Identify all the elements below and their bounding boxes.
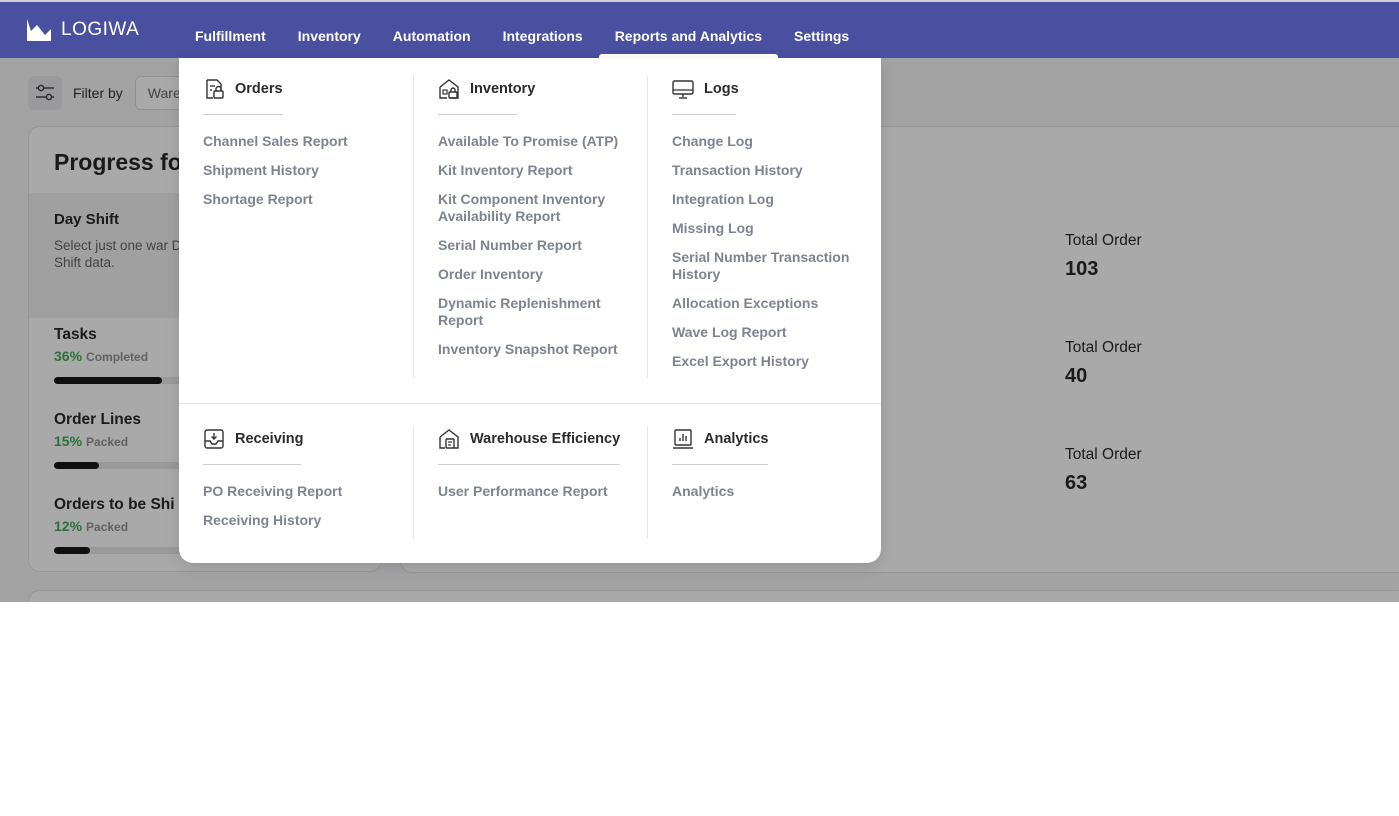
nav-automation[interactable]: Automation [377, 2, 487, 58]
section-divider [672, 114, 736, 115]
link-list: Change Log Transaction History Integrati… [672, 133, 881, 370]
section-divider [203, 114, 283, 115]
link-list: PO Receiving Report Receiving History [203, 483, 413, 529]
menu-section-receiving: Receiving PO Receiving Report Receiving … [179, 426, 413, 539]
menu-row: Receiving PO Receiving Report Receiving … [179, 426, 881, 539]
link-shipment-history[interactable]: Shipment History [203, 162, 393, 179]
section-title: Receiving [235, 431, 304, 447]
nav-integrations[interactable]: Integrations [487, 2, 599, 58]
orders-icon [206, 79, 224, 99]
warehouse-doc-icon [439, 429, 459, 449]
link-po-receiving-report[interactable]: PO Receiving Report [203, 483, 393, 500]
inbox-icon [204, 429, 224, 449]
reports-mega-menu: Orders Channel Sales Report Shipment His… [179, 58, 881, 563]
app-root: Filter by Ware Progress fo Day Shift Sel… [0, 0, 1399, 602]
monitor-icon [672, 80, 694, 99]
nav-settings[interactable]: Settings [778, 2, 865, 58]
link-serial-number-report[interactable]: Serial Number Report [438, 237, 628, 254]
nav-reports-and-analytics[interactable]: Reports and Analytics [598, 2, 779, 60]
link-transaction-history[interactable]: Transaction History [672, 162, 862, 179]
link-excel-export-history[interactable]: Excel Export History [672, 353, 862, 370]
menu-section-analytics: Analytics Analytics [647, 426, 881, 539]
section-divider [438, 464, 620, 465]
analytics-chart-icon [673, 429, 693, 449]
link-allocation-exceptions[interactable]: Allocation Exceptions [672, 295, 862, 312]
section-divider [438, 114, 518, 115]
link-analytics[interactable]: Analytics [672, 483, 862, 500]
warehouse-lock-icon [439, 79, 459, 99]
link-order-inventory[interactable]: Order Inventory [438, 266, 628, 283]
link-dynamic-replenishment-report[interactable]: Dynamic Replenishment Report [438, 295, 628, 329]
link-integration-log[interactable]: Integration Log [672, 191, 862, 208]
link-wave-log-report[interactable]: Wave Log Report [672, 324, 862, 341]
link-user-performance-report[interactable]: User Performance Report [438, 483, 628, 500]
link-list: Available To Promise (ATP) Kit Inventory… [438, 133, 647, 358]
menu-row-divider [179, 403, 881, 404]
link-receiving-history[interactable]: Receiving History [203, 512, 393, 529]
link-list: User Performance Report [438, 483, 647, 500]
menu-section-logs: Logs Change Log Transaction History Inte… [647, 76, 881, 378]
menu-section-orders: Orders Channel Sales Report Shipment His… [179, 76, 413, 378]
link-list: Channel Sales Report Shipment History Sh… [203, 133, 413, 208]
link-channel-sales-report[interactable]: Channel Sales Report [203, 133, 393, 150]
link-shortage-report[interactable]: Shortage Report [203, 191, 393, 208]
brand-name: LOGIWA [61, 19, 140, 40]
top-navbar: LOGIWA Fulfillment Inventory Automation … [0, 0, 1399, 60]
menu-row: Orders Channel Sales Report Shipment His… [179, 76, 881, 378]
logiwa-logo-icon [27, 19, 51, 41]
link-available-to-promise[interactable]: Available To Promise (ATP) [438, 133, 628, 150]
link-change-log[interactable]: Change Log [672, 133, 862, 150]
link-kit-inventory-report[interactable]: Kit Inventory Report [438, 162, 628, 179]
link-list: Analytics [672, 483, 881, 500]
menu-section-warehouse-efficiency: Warehouse Efficiency User Performance Re… [413, 426, 647, 539]
section-title: Inventory [470, 81, 536, 97]
section-title: Logs [704, 81, 739, 97]
logo[interactable]: LOGIWA [26, 18, 139, 42]
link-serial-number-transaction-history[interactable]: Serial Number Transaction History [672, 249, 862, 283]
main-nav: Fulfillment Inventory Automation Integra… [179, 2, 865, 60]
link-inventory-snapshot-report[interactable]: Inventory Snapshot Report [438, 341, 628, 358]
section-title: Analytics [704, 431, 769, 447]
section-divider [203, 464, 301, 465]
section-divider [672, 464, 768, 465]
nav-fulfillment[interactable]: Fulfillment [179, 2, 282, 58]
menu-section-inventory: Inventory Available To Promise (ATP) Kit… [413, 76, 647, 378]
link-kit-component-availability-report[interactable]: Kit Component Inventory Availability Rep… [438, 191, 628, 225]
nav-inventory[interactable]: Inventory [282, 2, 377, 58]
section-title: Orders [235, 81, 283, 97]
section-title: Warehouse Efficiency [470, 431, 621, 447]
link-missing-log[interactable]: Missing Log [672, 220, 862, 237]
